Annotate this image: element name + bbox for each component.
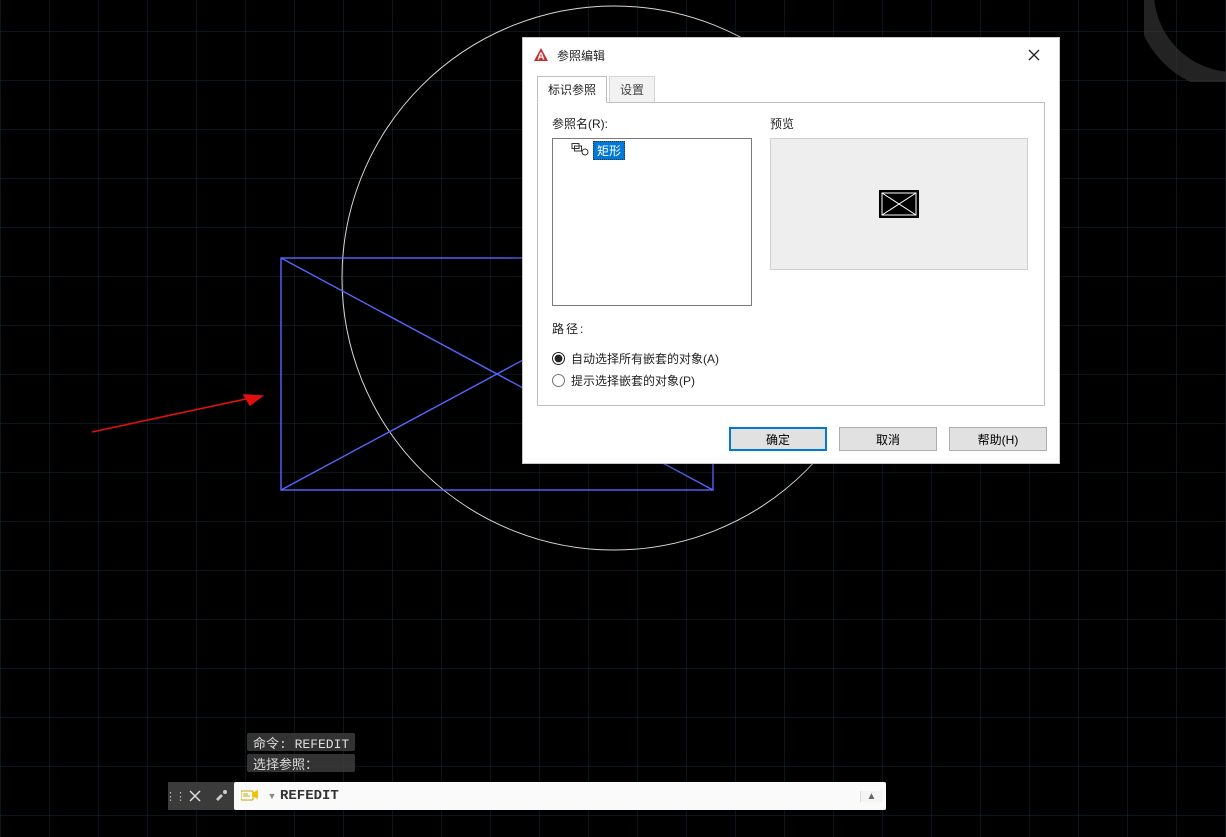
preview-label: 预览 [770,115,1030,132]
preview-panel [770,138,1028,270]
reference-tree[interactable]: 矩形 [552,138,752,306]
blockdef-icon [571,142,589,159]
tabpage-identify: 参照名(R): 矩形 预览 路 [537,102,1045,406]
tabstrip: 标识参照 设置 [523,72,1059,103]
refedit-dialog: A 参照编辑 标识参照 设置 参照名(R): 矩形 [522,37,1060,464]
command-bar: ⋮⋮ ▼ ▲ [168,782,886,810]
history-line: 选择参照： [247,754,355,772]
radio-prompt-select-input[interactable] [552,374,565,387]
chevron-down-icon[interactable]: ▼ [268,786,276,806]
radio-prompt-select[interactable]: 提示选择嵌套的对象(P) [552,369,1030,391]
reference-tree-item[interactable]: 矩形 [569,141,749,159]
reference-tree-item-label: 矩形 [593,141,625,160]
close-commandline-button[interactable] [182,782,208,810]
close-button[interactable] [1011,41,1057,69]
radio-auto-select[interactable]: 自动选择所有嵌套的对象(A) [552,347,1030,369]
recent-commands-chevron-icon[interactable]: ▲ [860,791,882,802]
customize-button[interactable] [208,782,234,810]
preview-thumbnail [879,190,919,218]
path-label: 路径: [552,320,1030,337]
command-prompt-icon [238,786,262,806]
svg-text:A: A [537,52,544,63]
close-icon [1028,49,1040,61]
radio-auto-select-label: 自动选择所有嵌套的对象(A) [571,350,719,367]
cancel-button[interactable]: 取消 [839,427,937,451]
dialog-title: 参照编辑 [557,47,605,64]
history-line: 命令: REFEDIT [247,733,355,751]
tab-settings[interactable]: 设置 [609,76,655,103]
reference-name-label: 参照名(R): [552,115,752,132]
command-input-wrap[interactable]: ▼ ▲ [234,782,886,810]
tab-identify-reference[interactable]: 标识参照 [537,76,607,103]
help-button[interactable]: 帮助(H) [949,427,1047,451]
ok-button[interactable]: 确定 [729,427,827,451]
radio-prompt-select-label: 提示选择嵌套的对象(P) [571,372,695,389]
command-input[interactable] [280,788,860,804]
autocad-app-icon: A [533,47,549,63]
dialog-titlebar[interactable]: A 参照编辑 [523,38,1059,72]
command-history: 命令: REFEDIT 选择参照： [247,733,355,772]
radio-auto-select-input[interactable] [552,352,565,365]
commandbar-grip[interactable]: ⋮⋮ [168,782,182,810]
